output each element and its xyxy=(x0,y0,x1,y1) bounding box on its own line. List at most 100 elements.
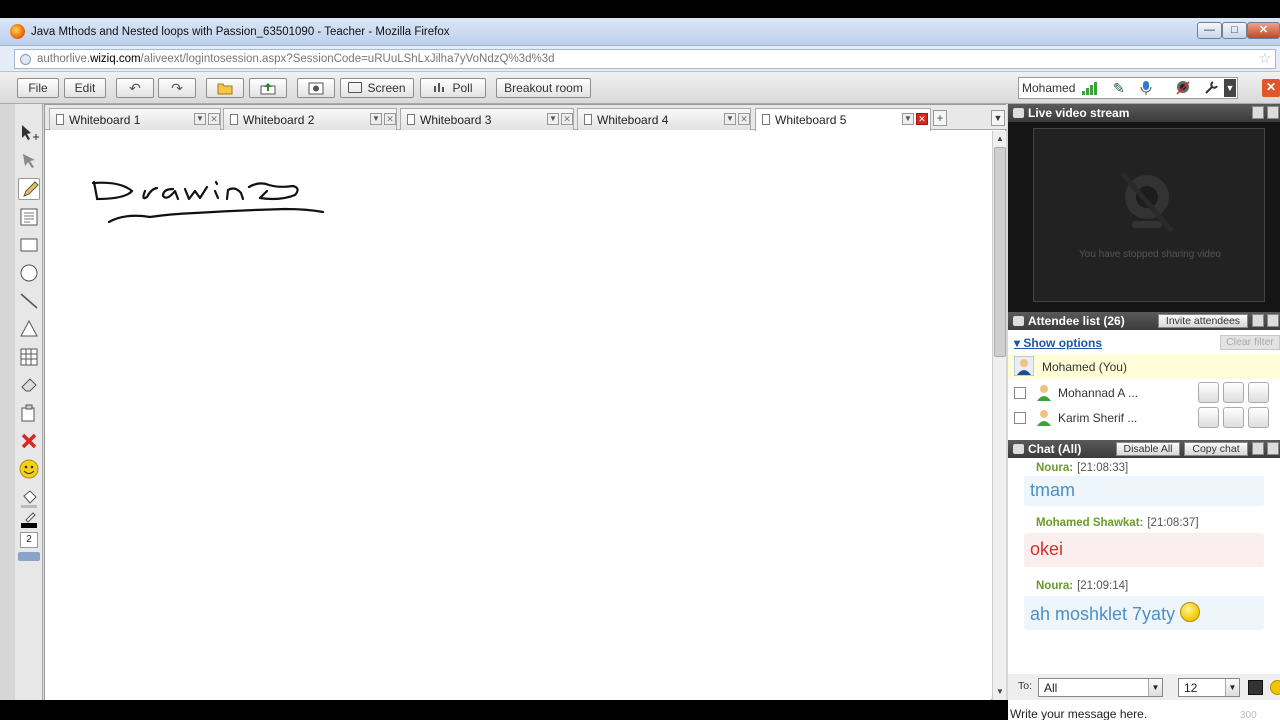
screen-share-button[interactable]: Screen xyxy=(340,78,414,98)
delete-tool-icon[interactable] xyxy=(18,430,40,452)
paste-tool-icon[interactable] xyxy=(18,402,40,424)
microphone-icon[interactable] xyxy=(1139,80,1153,99)
attendee-mic-icon[interactable] xyxy=(1223,382,1244,403)
select-arrow-tool-icon[interactable] xyxy=(18,150,40,172)
size-slider-icon[interactable] xyxy=(18,552,40,561)
attendee-mic-icon[interactable] xyxy=(1223,407,1244,428)
tab-close-icon[interactable]: ✕ xyxy=(561,113,573,125)
font-size-select[interactable]: 12 ▼ xyxy=(1178,678,1240,697)
line-tool-icon[interactable] xyxy=(18,290,40,312)
tab-dropdown-icon[interactable]: ▼ xyxy=(902,113,914,125)
copy-chat-button[interactable]: Copy chat xyxy=(1184,442,1248,456)
eraser-tool-icon[interactable] xyxy=(18,374,40,396)
tab-dropdown-icon[interactable]: ▼ xyxy=(547,113,559,125)
webcam-icon[interactable] xyxy=(1175,80,1191,99)
detach-panel-icon[interactable] xyxy=(1267,314,1279,327)
document-icon xyxy=(407,114,415,125)
recipient-select[interactable]: All ▼ xyxy=(1038,678,1163,697)
whiteboard-canvas[interactable] xyxy=(45,131,991,700)
text-tool-icon[interactable] xyxy=(18,206,40,228)
tabs-overflow-button[interactable]: ▼ xyxy=(991,110,1005,126)
emoticon-tool-icon[interactable] xyxy=(18,458,40,480)
record-button[interactable] xyxy=(297,78,335,98)
upload-icon xyxy=(260,83,276,95)
pointer-move-tool-icon[interactable] xyxy=(18,122,40,144)
text-color-swatch[interactable] xyxy=(1248,680,1263,695)
breakout-room-button[interactable]: Breakout room xyxy=(496,78,591,98)
attendee-pen-icon[interactable] xyxy=(1248,407,1269,428)
chat-sender: Noura: xyxy=(1036,580,1074,592)
undo-button[interactable]: ↶ xyxy=(116,78,154,98)
circle-tool-icon[interactable] xyxy=(18,262,40,284)
chat-panel-header: Chat (All) Disable All Copy chat xyxy=(1008,440,1280,458)
tab-close-icon[interactable]: ✕ xyxy=(208,113,220,125)
tab-dropdown-icon[interactable]: ▼ xyxy=(724,113,736,125)
monitor-icon xyxy=(348,82,363,93)
chat-messages: Noura: [21:08:33] tmam Mohamed Shawkat: [2… xyxy=(1008,458,1280,674)
tab-dropdown-icon[interactable]: ▼ xyxy=(194,113,206,125)
signal-strength-icon xyxy=(1082,82,1098,95)
attendee-checkbox[interactable] xyxy=(1014,412,1026,424)
window-close-button[interactable]: ✕ xyxy=(1247,22,1280,39)
tab-dropdown-icon[interactable]: ▼ xyxy=(370,113,382,125)
tab-whiteboard-5[interactable]: Whiteboard 5 ▼ ✕ xyxy=(755,108,931,131)
whiteboard-scrollbar[interactable]: ▲ ▼ xyxy=(992,131,1006,700)
scroll-up-icon[interactable]: ▲ xyxy=(994,133,1006,145)
invite-attendees-button[interactable]: Invite attendees xyxy=(1158,314,1248,328)
detach-panel-icon[interactable] xyxy=(1267,442,1279,455)
emoticon-picker-icon[interactable] xyxy=(1270,680,1280,695)
tab-whiteboard-3[interactable]: Whiteboard 3 ▼ ✕ xyxy=(400,108,574,130)
rectangle-tool-icon[interactable] xyxy=(18,234,40,256)
video-screen: You have stopped sharing video xyxy=(1033,128,1265,302)
clear-filter-button[interactable]: Clear filter xyxy=(1220,335,1280,350)
minimize-panel-icon[interactable] xyxy=(1252,106,1264,119)
minimize-panel-icon[interactable] xyxy=(1252,442,1264,455)
scroll-down-icon[interactable]: ▼ xyxy=(994,686,1006,698)
tab-close-icon[interactable]: ✕ xyxy=(738,113,750,125)
edit-button[interactable]: Edit xyxy=(64,78,106,98)
poll-button[interactable]: Poll xyxy=(420,78,486,98)
open-folder-button[interactable] xyxy=(206,78,244,98)
redo-button[interactable]: ↷ xyxy=(158,78,196,98)
table-grid-tool-icon[interactable] xyxy=(18,346,40,368)
tab-whiteboard-4[interactable]: Whiteboard 4 ▼ ✕ xyxy=(577,108,751,130)
chat-input[interactable]: Write your message here. 300 xyxy=(1008,700,1280,720)
disable-all-button[interactable]: Disable All xyxy=(1116,442,1180,456)
url-field[interactable]: authorlive.wiziq.com/aliveext/logintoses… xyxy=(14,49,1276,69)
minimize-panel-icon[interactable] xyxy=(1252,314,1264,327)
scroll-thumb[interactable] xyxy=(994,147,1006,357)
file-button[interactable]: File xyxy=(17,78,59,98)
tab-whiteboard-2[interactable]: Whiteboard 2 ▼ ✕ xyxy=(223,108,397,130)
triangle-tool-icon[interactable] xyxy=(18,318,40,340)
chevron-down-icon: ▼ xyxy=(1148,679,1162,696)
chat-time: [21:08:37] xyxy=(1147,517,1199,529)
pen-size-field[interactable]: 2 xyxy=(20,532,38,548)
student-avatar-icon xyxy=(1037,410,1051,426)
show-options-link[interactable]: ▾ Show options xyxy=(1014,336,1102,350)
pencil-tool-icon[interactable] xyxy=(18,178,40,200)
add-whiteboard-button[interactable]: + xyxy=(933,110,947,126)
app-close-button[interactable]: ✕ xyxy=(1262,79,1280,97)
whiteboard-tabs: Whiteboard 1 ▼ ✕ Whiteboard 2 ▼ ✕ Whiteb… xyxy=(45,105,1007,131)
user-menu-dropdown-icon[interactable]: ▼ xyxy=(1224,79,1236,97)
attendee-pen-icon[interactable] xyxy=(1248,382,1269,403)
attendee-row[interactable]: Karim Sherif ... xyxy=(1008,405,1280,430)
tab-close-icon[interactable]: ✕ xyxy=(916,113,928,125)
tab-close-icon[interactable]: ✕ xyxy=(384,113,396,125)
attendee-row[interactable]: Mohannad A ... xyxy=(1008,380,1280,405)
tab-whiteboard-1[interactable]: Whiteboard 1 ▼ ✕ xyxy=(49,108,221,130)
url-text: authorlive.wiziq.com/aliveext/logintoses… xyxy=(37,53,555,65)
attendee-row-self[interactable]: Mohamed (You) xyxy=(1008,354,1280,379)
bookmark-star-icon[interactable]: ☆ xyxy=(1258,50,1271,67)
pencil-permission-icon[interactable]: ✎ xyxy=(1113,80,1125,97)
minimize-button[interactable]: — xyxy=(1197,22,1222,39)
settings-wrench-icon[interactable] xyxy=(1203,80,1219,99)
maximize-button[interactable]: □ xyxy=(1222,22,1247,39)
detach-panel-icon[interactable] xyxy=(1267,106,1279,119)
fill-bucket-icon[interactable] xyxy=(18,488,40,508)
attendee-camera-icon[interactable] xyxy=(1198,382,1219,403)
attendee-camera-icon[interactable] xyxy=(1198,407,1219,428)
attendee-checkbox[interactable] xyxy=(1014,387,1026,399)
upload-button[interactable] xyxy=(249,78,287,98)
pen-color-icon[interactable] xyxy=(18,508,40,528)
